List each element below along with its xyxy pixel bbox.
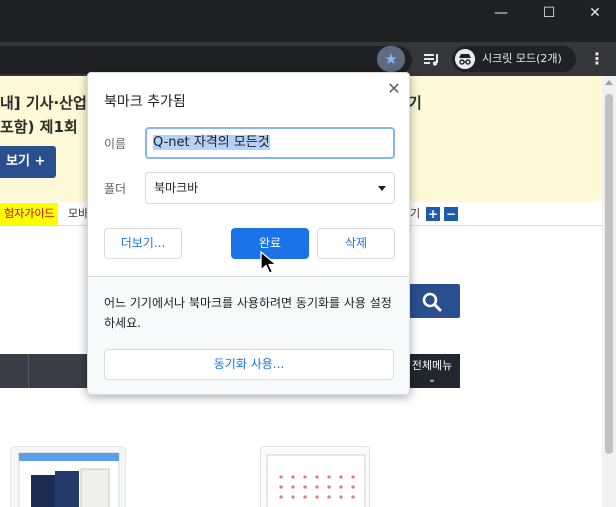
bookmark-added-dialog: 북마크 추가됨 ✕ 이름 Q-net 자격의 모든것 폴더 북마크바 더보기..…	[87, 72, 410, 395]
certificate-thumbnail[interactable]	[10, 446, 126, 507]
view-more-button[interactable]: 보기 +	[0, 146, 56, 178]
nav-divider	[28, 354, 29, 388]
folder-value: 북마크바	[154, 181, 199, 195]
bookmark-name-value: Q-net 자격의 모든것	[153, 135, 270, 150]
bookmark-name-input[interactable]: Q-net 자격의 모든것	[145, 127, 395, 159]
passport-illustration-icon	[18, 452, 120, 507]
calendar-thumbnail[interactable]	[260, 446, 370, 507]
close-icon[interactable]: ✕	[384, 79, 404, 99]
name-label: 이름	[104, 137, 127, 151]
enable-sync-button[interactable]: 동기화 사용...	[104, 349, 394, 380]
mobile-tab[interactable]: 모바	[68, 203, 88, 225]
minimize-button[interactable]: —	[478, 0, 524, 26]
guide-tab[interactable]: 험자가이드	[0, 203, 58, 225]
font-size-label: 기	[410, 207, 421, 220]
more-button[interactable]: 더보기...	[104, 228, 182, 259]
dialog-title: 북마크 추가됨	[104, 94, 186, 110]
site-search-button[interactable]	[404, 284, 460, 318]
incognito-profile-button[interactable]: 시크릿 모드(2개)	[452, 46, 576, 72]
dropdown-caret-icon	[378, 186, 386, 191]
scroll-up-icon[interactable]	[605, 80, 613, 85]
sync-promo-section: 어느 기기에서나 북마크를 사용하려면 동기화를 사용 설정하세요. 동기화 사…	[88, 276, 409, 394]
delete-button[interactable]: 삭제	[317, 228, 395, 259]
folder-label: 폴더	[104, 182, 127, 196]
mouse-cursor-icon	[260, 250, 278, 274]
browser-titlebar: — ☐ ✕	[0, 0, 616, 42]
scrollbar-thumb[interactable]	[605, 94, 613, 454]
bookmark-star-icon[interactable]: ★	[377, 46, 405, 72]
all-menu-button[interactable]: 전체메뉴 ⌄	[404, 354, 460, 388]
close-window-button[interactable]: ✕	[572, 0, 616, 26]
maximize-button[interactable]: ☐	[526, 0, 572, 26]
banner-title-line2[interactable]: 포함) 제1회	[0, 116, 78, 137]
sync-promo-text: 어느 기기에서나 북마크를 사용하려면 동기화를 사용 설정하세요.	[104, 296, 392, 330]
all-menu-label: 전체메뉴	[411, 359, 453, 372]
zoom-out-button[interactable]: −	[444, 207, 458, 221]
chevron-down-icon: ⌄	[427, 374, 437, 385]
folder-select[interactable]: 북마크바	[145, 172, 395, 204]
banner-title-line1[interactable]: 내] 기사·산업	[0, 92, 87, 113]
address-bar[interactable]	[0, 46, 412, 74]
incognito-icon	[455, 49, 475, 69]
reading-list-icon[interactable]	[422, 49, 442, 69]
search-icon	[422, 292, 442, 312]
calendar-icon	[266, 454, 366, 507]
browser-toolbar: ★ 시크릿 모드(2개) ⋮	[0, 42, 616, 76]
page-scrollbar[interactable]	[602, 76, 616, 507]
incognito-label: 시크릿 모드(2개)	[482, 52, 562, 65]
chrome-menu-icon[interactable]: ⋮	[589, 48, 605, 70]
banner-right-text: 기	[408, 94, 422, 112]
zoom-in-button[interactable]: +	[426, 207, 440, 221]
